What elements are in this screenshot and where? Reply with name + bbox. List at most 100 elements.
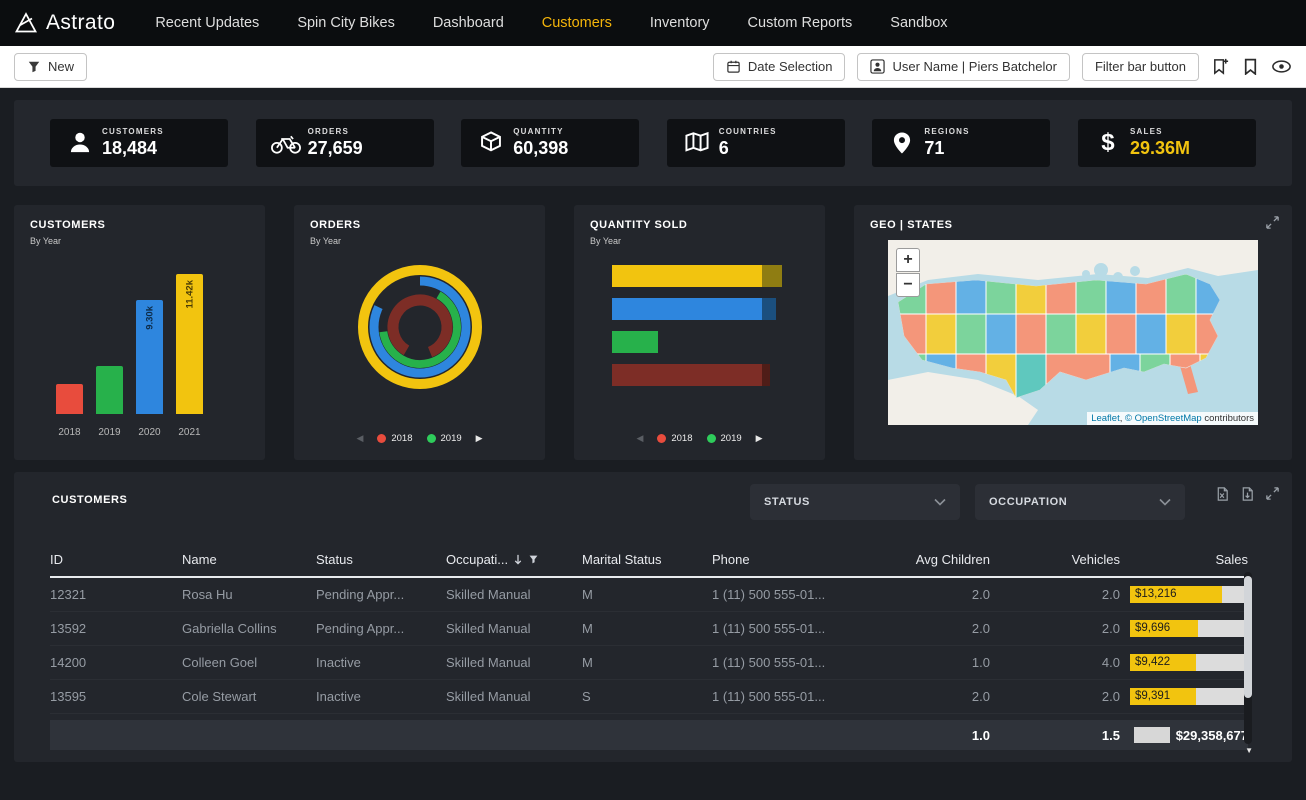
astrato-logo-icon (14, 11, 38, 35)
hbar-1[interactable] (612, 265, 782, 287)
cell-name: Gabriella Collins (182, 621, 316, 636)
sort-desc-icon[interactable] (513, 554, 523, 565)
main-nav: Recent Updates Spin City Bikes Dashboard… (155, 15, 947, 31)
scrollbar-thumb[interactable] (1244, 576, 1252, 698)
kpi-customers[interactable]: CUSTOMERS 18,484 (50, 119, 228, 167)
new-filter-button[interactable]: New (14, 53, 87, 81)
date-selection-button[interactable]: Date Selection (713, 53, 846, 81)
col-header-occupation[interactable]: Occupati... (446, 552, 582, 567)
cell-vehicles: 2.0 (990, 621, 1120, 636)
map[interactable]: + − Leaflet, © OpenStreetMap contributor… (888, 240, 1258, 425)
legend-item-2018[interactable]: 2018 (657, 433, 692, 444)
hbar-3[interactable] (612, 331, 658, 353)
kpi-value: 60,398 (513, 138, 568, 159)
cell-marital: S (582, 689, 712, 704)
user-icon (870, 59, 885, 74)
legend-item-2018[interactable]: 2018 (377, 433, 412, 444)
sales-value: $9,391 (1135, 688, 1170, 705)
legend-item-2019[interactable]: 2019 (707, 433, 742, 444)
legend-item-2019[interactable]: 2019 (427, 433, 462, 444)
status-filter-dropdown[interactable]: STATUS (750, 484, 960, 520)
legend-dot-green (707, 434, 716, 443)
sales-value: $9,422 (1135, 654, 1170, 671)
col-header-id[interactable]: ID (50, 552, 182, 567)
expand-icon[interactable] (1265, 215, 1280, 235)
nav-item-dashboard[interactable]: Dashboard (433, 15, 504, 31)
bar-2020[interactable]: 9.30k (136, 300, 163, 414)
hbar-4[interactable] (612, 364, 770, 386)
kpi-sales[interactable]: $ SALES 29.36M (1078, 119, 1256, 167)
chart-cards-row: CUSTOMERS By Year 9.30k 11.42k 2018 2019… (14, 205, 1292, 460)
card-customers-by-year: CUSTOMERS By Year 9.30k 11.42k 2018 2019… (14, 205, 265, 460)
export-doc-icon[interactable] (1240, 486, 1255, 502)
filter-bar: New Date Selection User Name | Piers Bat… (0, 46, 1306, 88)
col-header-status[interactable]: Status (316, 552, 446, 567)
filter-bar-button[interactable]: Filter bar button (1082, 53, 1199, 81)
col-header-avg-children[interactable]: Avg Children (850, 552, 990, 567)
box-icon (469, 130, 513, 156)
kpi-regions[interactable]: REGIONS 71 (872, 119, 1050, 167)
bookmark-add-icon[interactable] (1211, 57, 1230, 76)
col-header-name[interactable]: Name (182, 552, 316, 567)
nav-item-spin-city-bikes[interactable]: Spin City Bikes (297, 15, 395, 31)
nav-item-custom-reports[interactable]: Custom Reports (748, 15, 853, 31)
legend-prev-icon[interactable]: ◀ (636, 433, 643, 444)
table-scrollbar[interactable] (1244, 572, 1252, 744)
kpi-countries[interactable]: COUNTRIES 6 (667, 119, 845, 167)
map-icon (675, 130, 719, 156)
legend-next-icon[interactable]: ▶ (476, 433, 483, 444)
nav-item-recent-updates[interactable]: Recent Updates (155, 15, 259, 31)
nav-item-sandbox[interactable]: Sandbox (890, 15, 947, 31)
column-filter-icon[interactable] (528, 554, 539, 565)
eye-icon[interactable] (1271, 58, 1292, 75)
customers-table: ID Name Status Occupati... Marital Statu… (50, 546, 1248, 750)
legend-prev-icon[interactable]: ◀ (356, 433, 363, 444)
legend-dot-red (657, 434, 666, 443)
nav-item-customers[interactable]: Customers (542, 15, 612, 31)
leaflet-link[interactable]: Leaflet (1091, 413, 1120, 424)
scroll-down-icon[interactable]: ▼ (1245, 746, 1253, 755)
cell-status: Pending Appr... (316, 587, 446, 602)
cell-sales: $9,422 (1120, 654, 1248, 671)
bar-2019[interactable] (96, 366, 123, 414)
export-excel-icon[interactable] (1215, 486, 1230, 502)
table-row[interactable]: 14200 Colleen Goel Inactive Skilled Manu… (50, 646, 1248, 680)
table-row[interactable]: 13595 Cole Stewart Inactive Skilled Manu… (50, 680, 1248, 714)
bar-2018[interactable] (56, 384, 83, 414)
nav-item-inventory[interactable]: Inventory (650, 15, 710, 31)
col-header-sales[interactable]: Sales (1120, 552, 1248, 567)
cell-occupation: Skilled Manual (446, 689, 582, 704)
cell-id: 12321 (50, 587, 182, 602)
donut-chart[interactable] (345, 252, 495, 402)
legend-label: 2019 (441, 433, 462, 444)
user-button[interactable]: User Name | Piers Batchelor (857, 53, 1070, 81)
expand-icon[interactable] (1265, 486, 1280, 502)
chevron-down-icon (1159, 498, 1171, 506)
col-header-vehicles[interactable]: Vehicles (990, 552, 1120, 567)
osm-link[interactable]: © OpenStreetMap (1125, 413, 1202, 424)
cell-sales: $9,696 (1120, 620, 1248, 637)
col-header-marital-status[interactable]: Marital Status (582, 552, 712, 567)
hbar-2[interactable] (612, 298, 776, 320)
legend-next-icon[interactable]: ▶ (756, 433, 763, 444)
table-row[interactable]: 12321 Rosa Hu Pending Appr... Skilled Ma… (50, 578, 1248, 612)
pin-icon (880, 131, 924, 155)
occupation-filter-dropdown[interactable]: OCCUPATION (975, 484, 1185, 520)
zoom-out-button[interactable]: − (896, 273, 920, 297)
chart-legend: ◀ 2018 2019 ▶ (294, 433, 545, 444)
card-title: CUSTOMERS (30, 219, 249, 231)
table-row[interactable]: 13592 Gabriella Collins Pending Appr... … (50, 612, 1248, 646)
bookmark-icon[interactable] (1242, 58, 1259, 75)
zoom-in-button[interactable]: + (896, 248, 920, 272)
cell-vehicles: 2.0 (990, 587, 1120, 602)
kpi-label: REGIONS (924, 127, 969, 136)
kpi-quantity[interactable]: QUANTITY 60,398 (461, 119, 639, 167)
kpi-orders[interactable]: ORDERS 27,659 (256, 119, 434, 167)
cell-avg-children: 2.0 (850, 621, 990, 636)
total-sales-bar (1134, 727, 1170, 743)
bar-2021[interactable]: 11.42k (176, 274, 203, 414)
brand[interactable]: Astrato (14, 11, 115, 35)
cell-avg-children: 1.0 (850, 655, 990, 670)
kpi-band: CUSTOMERS 18,484 ORDERS 27,659 QUANTITY … (14, 100, 1292, 186)
col-header-phone[interactable]: Phone (712, 552, 850, 567)
